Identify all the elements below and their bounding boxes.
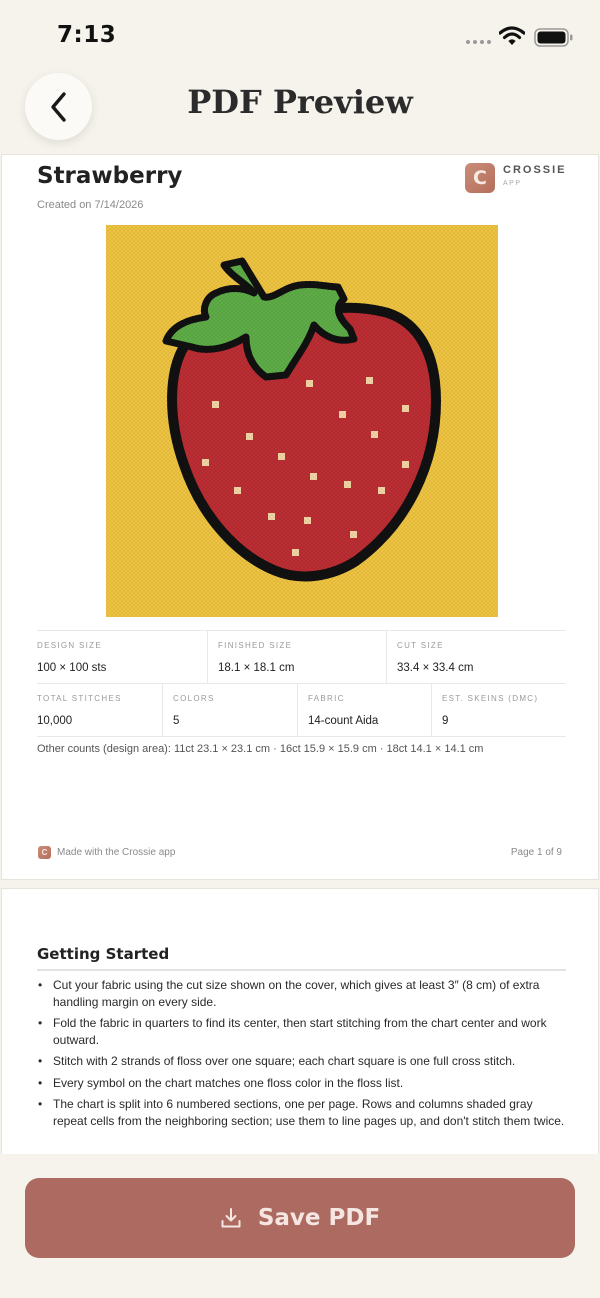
instruction-item: The chart is split into 6 numbered secti…: [37, 1096, 567, 1129]
stat-value: 10,000: [37, 715, 73, 727]
brand-subtitle: APP: [503, 180, 522, 187]
strawberry-pattern-image: [106, 225, 498, 617]
instruction-item: Cut your fabric using the cut size shown…: [37, 977, 567, 1010]
pdf-preview[interactable]: Strawberry Created on 7/14/2026 C CROSSI…: [0, 154, 600, 1154]
battery-icon: [534, 28, 573, 47]
stats-row-primary: DESIGN SIZE 100 × 100 sts FINISHED SIZE …: [37, 630, 566, 684]
save-pdf-label: Save PDF: [257, 1205, 381, 1231]
instruction-item: Every symbol on the chart matches one fl…: [37, 1075, 567, 1092]
save-pdf-button[interactable]: Save PDF: [25, 1178, 575, 1258]
page-title: PDF Preview: [187, 83, 413, 121]
created-date: Created on 7/14/2026: [37, 199, 144, 211]
stat-label: DESIGN SIZE: [37, 641, 102, 650]
section-title: Getting Started: [37, 945, 170, 963]
instruction-item: Stitch with 2 strands of floss over one …: [37, 1053, 567, 1070]
status-time: 7:13: [57, 22, 117, 48]
footer-logo: C: [38, 846, 51, 859]
pdf-page-instructions: Getting Started Cut your fabric using th…: [1, 888, 599, 1154]
stat-design-size: DESIGN SIZE 100 × 100 sts: [37, 631, 207, 683]
stat-value: 14-count Aida: [308, 715, 379, 727]
instructions-list: Cut your fabric using the cut size shown…: [37, 977, 567, 1134]
stat-label: FINISHED SIZE: [218, 641, 293, 650]
stat-cut-size: CUT SIZE 33.4 × 33.4 cm: [386, 631, 566, 683]
instruction-item: Fold the fabric in quarters to find its …: [37, 1015, 567, 1048]
stat-fabric: FABRIC 14-count Aida: [297, 684, 431, 736]
stat-value: 5: [173, 715, 180, 727]
stat-label: FABRIC: [308, 694, 345, 703]
wifi-icon: [499, 26, 525, 45]
stats-row-secondary: TOTAL STITCHES 10,000 COLORS 5 FABRIC 14…: [37, 684, 566, 737]
download-icon: [221, 1208, 241, 1228]
stat-total-stitches: TOTAL STITCHES 10,000: [37, 684, 162, 736]
stat-label: EST. SKEINS (DMC): [442, 694, 539, 703]
footer-logo-letter: C: [41, 848, 48, 857]
crossie-logo: C: [465, 163, 495, 193]
stat-label: COLORS: [173, 694, 215, 703]
nav-bar: PDF Preview: [0, 70, 600, 154]
stat-value: 100 × 100 sts: [37, 662, 107, 674]
stat-value: 18.1 × 18.1 cm: [218, 662, 295, 674]
stat-value: 33.4 × 33.4 cm: [397, 662, 474, 674]
pattern-title: Strawberry: [37, 163, 183, 189]
pdf-page-cover: Strawberry Created on 7/14/2026 C CROSSI…: [1, 154, 599, 880]
status-bar: 7:13: [0, 0, 600, 70]
footer-made-with: Made with the Crossie app: [57, 847, 176, 858]
section-divider: [37, 969, 566, 971]
stat-colors: COLORS 5: [162, 684, 297, 736]
other-counts-note: Other counts (design area): 11ct 23.1 × …: [37, 743, 484, 755]
stat-finished-size: FINISHED SIZE 18.1 × 18.1 cm: [207, 631, 386, 683]
cellular-signal-icon: [466, 40, 491, 44]
logo-letter: C: [473, 167, 487, 189]
stat-label: TOTAL STITCHES: [37, 694, 122, 703]
page-number: Page 1 of 9: [510, 847, 562, 858]
stat-value: 9: [442, 715, 449, 727]
stat-label: CUT SIZE: [397, 641, 444, 650]
stat-est-skeins: EST. SKEINS (DMC) 9: [431, 684, 566, 736]
brand-name: CROSSIE: [503, 164, 567, 176]
